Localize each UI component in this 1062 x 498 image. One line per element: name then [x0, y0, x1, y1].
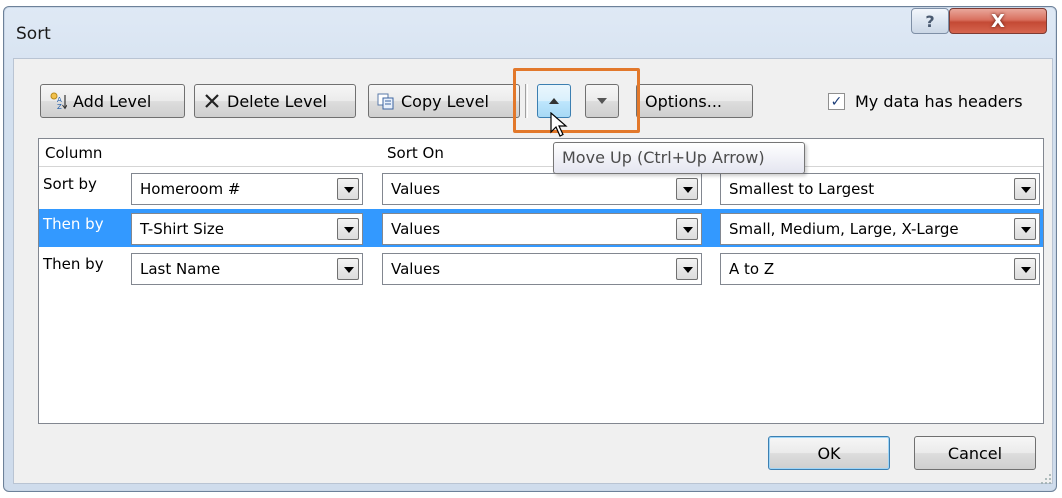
- chevron-down-icon[interactable]: [1014, 218, 1036, 240]
- copy-level-button[interactable]: Copy Level: [368, 84, 520, 118]
- mouse-pointer-icon: [550, 111, 570, 140]
- headers-checkbox-label: My data has headers: [855, 92, 1023, 111]
- chevron-down-icon[interactable]: [1014, 258, 1036, 280]
- close-button[interactable]: X: [949, 8, 1047, 34]
- chevron-down-icon[interactable]: [676, 218, 698, 240]
- delete-level-label: Delete Level: [227, 91, 327, 111]
- sort-on-value: Values: [391, 180, 441, 198]
- resize-grip-icon[interactable]: [1040, 470, 1052, 484]
- order-select-row3[interactable]: A to Z: [720, 253, 1040, 285]
- order-value: Smallest to Largest: [729, 180, 875, 198]
- chevron-down-icon[interactable]: [337, 178, 359, 200]
- sort-on-select-row2[interactable]: Values: [382, 213, 702, 245]
- column-value: Last Name: [140, 260, 221, 278]
- options-button[interactable]: Options...: [636, 84, 753, 118]
- dialog-title: Sort: [16, 24, 51, 44]
- chevron-down-icon[interactable]: [337, 258, 359, 280]
- row-label-then-by: Then by: [43, 215, 104, 233]
- sort-on-select-row1[interactable]: Values: [382, 173, 702, 205]
- chevron-down-icon[interactable]: [337, 218, 359, 240]
- column-header: Column: [45, 144, 103, 162]
- order-value: A to Z: [729, 260, 775, 278]
- help-button[interactable]: ?: [911, 8, 949, 34]
- add-level-icon: A Z: [49, 92, 68, 111]
- sort-on-value: Values: [391, 220, 441, 238]
- row-label-then-by: Then by: [43, 255, 104, 273]
- add-level-label: Add Level: [73, 91, 152, 111]
- column-value: Homeroom #: [140, 180, 241, 198]
- column-value: T-Shirt Size: [140, 220, 225, 238]
- cancel-button[interactable]: Cancel: [914, 436, 1036, 470]
- column-select-row3[interactable]: Last Name: [131, 253, 363, 285]
- sort-levels-grid: Column Sort On Sort by Homeroom # Values…: [38, 138, 1044, 424]
- down-arrow-icon: [593, 92, 611, 110]
- headers-checkbox-group[interactable]: ✓ My data has headers: [828, 92, 1023, 111]
- chevron-down-icon[interactable]: [676, 178, 698, 200]
- copy-icon: [377, 92, 395, 110]
- ok-button[interactable]: OK: [768, 436, 890, 470]
- delete-x-icon: [203, 92, 221, 110]
- grid-header: Column Sort On: [39, 139, 1043, 167]
- column-select-row1[interactable]: Homeroom #: [131, 173, 363, 205]
- svg-text:Z: Z: [57, 103, 62, 110]
- sort-on-select-row3[interactable]: Values: [382, 253, 702, 285]
- add-level-button[interactable]: A Z Add Level: [40, 84, 185, 118]
- column-select-row2[interactable]: T-Shirt Size: [131, 213, 363, 245]
- order-select-row2[interactable]: Small, Medium, Large, X-Large: [720, 213, 1040, 245]
- sort-on-value: Values: [391, 260, 441, 278]
- order-select-row1[interactable]: Smallest to Largest: [720, 173, 1040, 205]
- up-arrow-icon: [545, 92, 563, 110]
- move-up-tooltip: Move Up (Ctrl+Up Arrow): [553, 142, 805, 174]
- delete-level-button[interactable]: Delete Level: [194, 84, 356, 118]
- chevron-down-icon[interactable]: [676, 258, 698, 280]
- toolbar-separator: [525, 84, 528, 118]
- chevron-down-icon[interactable]: [1014, 178, 1036, 200]
- options-label: Options...: [645, 91, 722, 111]
- sort-on-header: Sort On: [387, 144, 444, 162]
- order-value: Small, Medium, Large, X-Large: [729, 220, 959, 238]
- move-down-button[interactable]: [585, 84, 619, 118]
- headers-checkbox[interactable]: ✓: [828, 93, 845, 110]
- copy-level-label: Copy Level: [401, 91, 489, 111]
- row-label-sort-by: Sort by: [43, 175, 97, 193]
